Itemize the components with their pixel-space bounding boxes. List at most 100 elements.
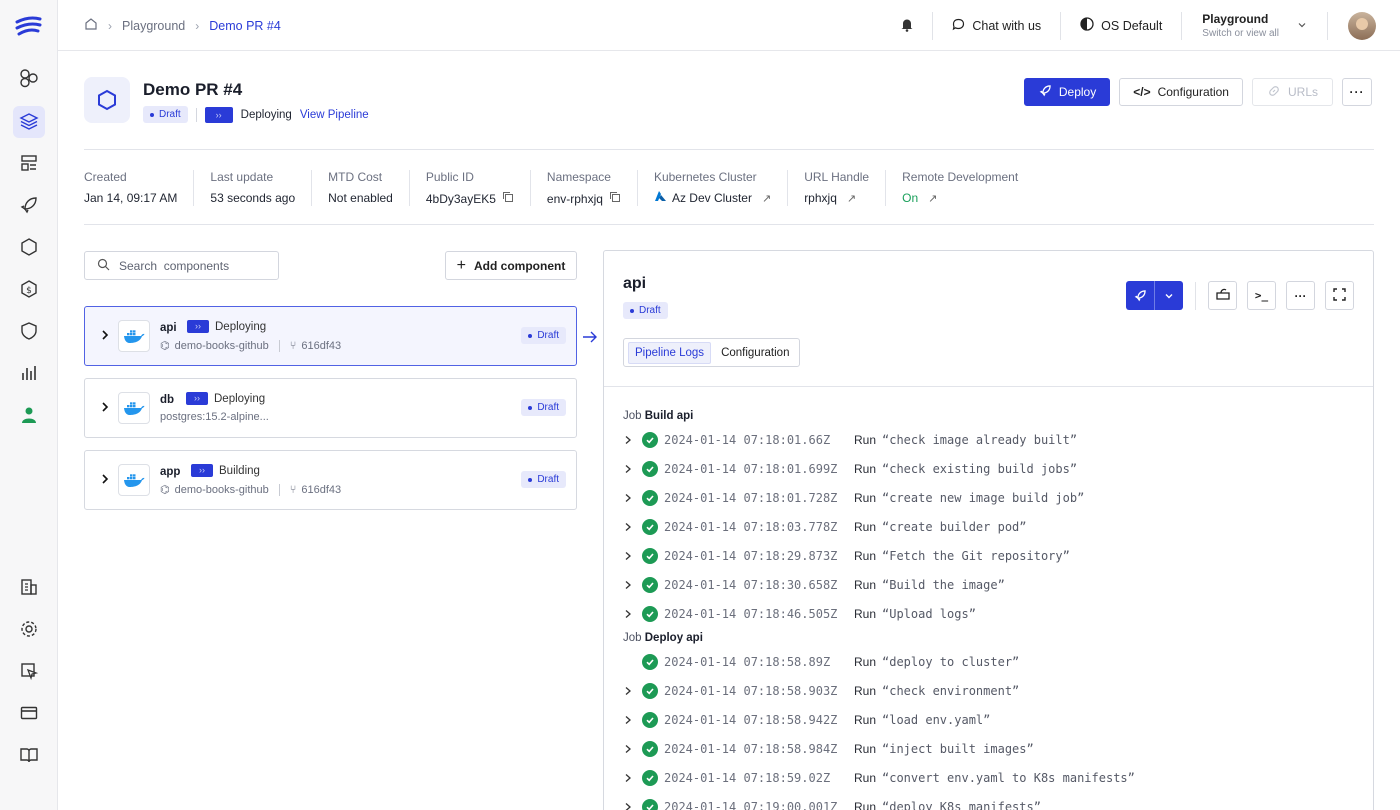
chevron-right-icon[interactable] [624,580,642,590]
sidebar-item-analytics[interactable] [13,358,45,390]
chevron-right-icon[interactable] [624,522,642,532]
chevron-right-icon[interactable] [100,329,110,344]
draft-badge: Draft [623,302,668,319]
log-row[interactable]: 2024-01-14 07:18:01.699Z Run “check existi… [624,459,1077,479]
sidebar-item-billing[interactable] [13,698,45,730]
copy-icon[interactable] [609,191,621,206]
search-input[interactable] [119,258,259,273]
job-header: Job Deploy api [623,632,703,644]
tab-configuration[interactable]: Configuration [715,343,795,363]
notifications-button[interactable] [882,17,932,35]
sidebar-item-integrations[interactable] [13,656,45,688]
chevron-right-icon: › [195,18,200,33]
log-timestamp: 2024-01-14 07:18:30.658Z [664,578,838,592]
log-run-label: Run [854,607,877,621]
log-row[interactable]: 2024-01-14 07:18:03.778Z Run “create build… [624,517,1027,537]
git-branch-icon: ⑂ [289,483,297,496]
theme-toggle[interactable]: OS Default [1061,17,1181,34]
urls-button[interactable]: URLs [1251,78,1333,106]
sidebar-item-security[interactable] [13,316,45,348]
log-run-label: Run [854,491,877,505]
component-card-api[interactable]: api ›› Deploying ⌬ demo-books-github ⑂ 616df… [84,306,577,366]
breadcrumb-item[interactable]: Playground [122,19,185,33]
add-component-button[interactable]: + Add component [445,251,577,280]
sidebar-item-organization[interactable] [13,572,45,604]
check-circle-icon [642,548,658,564]
external-link-icon[interactable]: ↗ [928,192,937,205]
log-row[interactable]: 2024-01-14 07:18:46.505Z Run “Upload logs” [624,604,976,624]
deploy-button[interactable]: Deploy [1023,78,1111,106]
log-row[interactable]: 2024-01-14 07:18:01.66Z Run “check image a… [624,430,1077,450]
chevron-right-icon[interactable] [624,715,642,725]
sidebar-item-templates[interactable] [13,148,45,180]
building-icon [19,577,39,600]
deploy-split-button[interactable] [1126,281,1183,310]
chevron-right-icon[interactable] [100,473,110,488]
github-icon: ⌬ [160,340,170,352]
chevron-right-icon[interactable] [624,686,642,696]
check-circle-icon [642,683,658,699]
sidebar-item-deployments[interactable] [13,190,45,222]
logo-icon[interactable] [14,14,44,42]
sidebar-item-users[interactable] [13,400,45,432]
tab-pipeline-logs[interactable]: Pipeline Logs [628,341,712,364]
cloud-upload-icon [1215,287,1231,304]
sidebar-item-components[interactable] [13,63,45,95]
rocket-icon [19,195,39,218]
chevron-down-icon[interactable] [1155,281,1183,310]
chevron-right-icon[interactable] [624,551,642,561]
external-link-icon[interactable]: ↗ [847,192,856,205]
component-card-db[interactable]: db ›› Deploying postgres:15.2-alpine... D… [84,378,577,438]
chevron-right-icon[interactable] [624,464,642,474]
chevron-right-icon[interactable] [624,744,642,754]
header-actions: Deploy </> Configuration URLs ··· [1023,78,1372,106]
remote-dev-button[interactable] [1208,281,1237,310]
log-timestamp: 2024-01-14 07:18:59.02Z [664,771,831,785]
log-row[interactable]: 2024-01-14 07:18:58.903Z Run “check enviro… [624,681,1019,701]
log-row[interactable]: 2024-01-14 07:18:01.728Z Run “create new i… [624,488,1084,508]
component-card-app[interactable]: app ›› Building ⌬ demo-books-github ⑂ 616df4… [84,450,577,510]
log-row[interactable]: 2024-01-14 07:18:59.02Z Run “convert env.y… [624,768,1135,788]
workspace-name: Playground [1202,12,1269,26]
layers-icon [19,111,39,134]
log-row[interactable]: 2024-01-14 07:18:58.984Z Run “inject built… [624,739,1034,759]
log-timestamp: 2024-01-14 07:18:01.728Z [664,491,838,505]
chevron-right-icon[interactable] [624,435,642,445]
log-command: “load env.yaml” [882,713,991,727]
chevron-right-icon[interactable] [624,802,642,810]
avatar[interactable] [1348,11,1376,40]
breadcrumb-current[interactable]: Demo PR #4 [209,19,281,33]
sidebar-item-cost[interactable]: $ [13,274,45,306]
workspace-switcher[interactable]: Playground Switch or view all [1182,12,1327,39]
rocket-icon[interactable] [1126,281,1154,310]
log-row[interactable]: 2024-01-14 07:18:58.89Z Run “deploy to clu… [624,652,1019,672]
component-source: ⌬ demo-books-github ⑂ 616df43 [160,483,342,496]
sidebar-item-settings[interactable] [13,614,45,646]
log-row[interactable]: 2024-01-14 07:18:29.873Z Run “Fetch the Gi… [624,546,1070,566]
fullscreen-button[interactable] [1325,281,1354,310]
check-circle-icon [642,741,658,757]
configuration-button[interactable]: </> Configuration [1119,78,1243,106]
log-row[interactable]: 2024-01-14 07:18:58.942Z Run “load env.yam… [624,710,990,730]
search-field[interactable] [84,251,279,280]
terminal-button[interactable]: >_ [1247,281,1276,310]
log-row[interactable]: 2024-01-14 07:18:30.658Z Run “Build the im… [624,575,1005,595]
env-status-row: Draft ›› Deploying View Pipeline [143,106,369,123]
chevron-right-icon[interactable] [624,493,642,503]
meta-public-id: Public ID 4bDy3ayEK5 [426,170,531,206]
sidebar-item-environments[interactable] [13,106,45,138]
chat-button[interactable]: Chat with us [933,18,1060,34]
view-pipeline-link[interactable]: View Pipeline [300,109,369,121]
log-row[interactable]: 2024-01-14 07:19:00.001Z Run “deploy K8s m… [624,797,1041,810]
more-button[interactable]: ··· [1286,281,1315,310]
external-link-icon[interactable]: ↗ [762,192,771,205]
more-button[interactable]: ··· [1342,78,1372,106]
home-icon[interactable] [84,17,98,34]
sidebar-item-docs[interactable] [13,740,45,772]
copy-icon[interactable] [502,191,514,206]
chevron-right-icon[interactable] [100,401,110,416]
chevron-right-icon[interactable] [624,773,642,783]
chevron-right-icon[interactable] [624,609,642,619]
workspace-sub: Switch or view all [1202,28,1279,39]
sidebar-item-clusters[interactable] [13,232,45,264]
